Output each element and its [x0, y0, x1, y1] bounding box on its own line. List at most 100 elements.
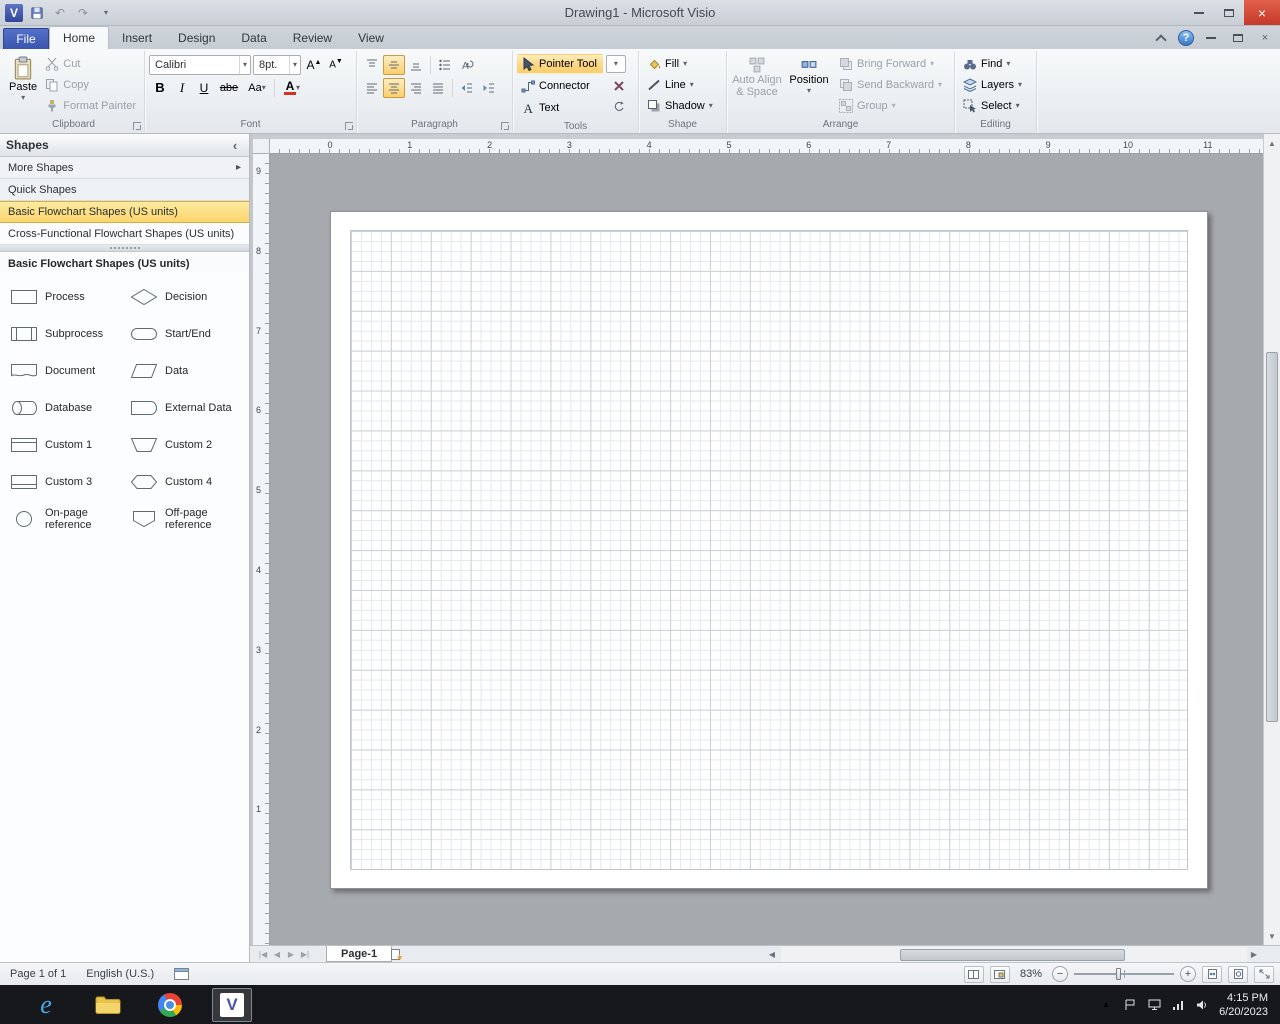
zoom-slider[interactable]: [1074, 966, 1174, 982]
stencil-splitter[interactable]: [0, 245, 249, 252]
tab-insert[interactable]: Insert: [109, 27, 165, 49]
fill-button[interactable]: Fill ▾: [643, 53, 722, 74]
align-center-button[interactable]: [383, 78, 405, 98]
text-block-tool-button[interactable]: [608, 98, 630, 118]
taskbar-app-chrome[interactable]: [150, 988, 190, 1022]
clock[interactable]: 4:15 PM 6/20/2023: [1219, 991, 1268, 1019]
align-middle-button[interactable]: [383, 55, 405, 75]
minimize-ribbon-button[interactable]: [1151, 30, 1171, 46]
tool-dropdown-button[interactable]: ▾: [606, 55, 626, 73]
vertical-scrollbar[interactable]: ▲ ▼: [1263, 134, 1280, 945]
bullets-button[interactable]: [434, 55, 456, 75]
shape-master-custom-2[interactable]: Custom 2: [126, 426, 246, 463]
shape-master-database[interactable]: Database: [6, 389, 126, 426]
shape-master-off-page[interactable]: Off-page reference: [126, 500, 246, 537]
grow-font-button[interactable]: A▲: [303, 55, 325, 75]
switch-windows-button[interactable]: [964, 966, 984, 983]
fit-page-button[interactable]: [1202, 966, 1222, 983]
font-dialog-launcher-icon[interactable]: [345, 122, 353, 130]
whole-page-button[interactable]: [1228, 966, 1248, 983]
align-top-button[interactable]: [361, 55, 383, 75]
clipboard-dialog-launcher-icon[interactable]: [133, 122, 141, 130]
position-button[interactable]: Position ▾: [785, 53, 833, 117]
font-family-select[interactable]: Calibri ▾: [149, 55, 251, 75]
font-size-select[interactable]: 8pt. ▾: [253, 55, 301, 75]
tab-data[interactable]: Data: [228, 27, 279, 49]
shape-master-decision[interactable]: Decision: [126, 278, 246, 315]
layers-button[interactable]: Layers ▾: [959, 74, 1032, 95]
copy-button[interactable]: Copy: [41, 74, 140, 95]
increase-indent-button[interactable]: [478, 78, 500, 98]
connection-point-tool-button[interactable]: [608, 76, 630, 96]
taskbar-app-file-explorer[interactable]: [88, 988, 128, 1022]
shrink-font-button[interactable]: A▼: [325, 55, 347, 75]
shape-master-document[interactable]: Document: [6, 352, 126, 389]
tab-file[interactable]: File: [3, 28, 49, 49]
shape-master-start-end[interactable]: Start/End: [126, 315, 246, 352]
insert-page-button[interactable]: [386, 947, 406, 961]
redo-button[interactable]: ↷: [74, 4, 92, 22]
save-button[interactable]: [28, 4, 46, 22]
text-tool-button[interactable]: A Text: [517, 98, 605, 118]
align-left-button[interactable]: [361, 78, 383, 98]
v-ruler[interactable]: 987654321: [253, 154, 270, 945]
horizontal-scroll-thumb[interactable]: [900, 949, 1125, 961]
scroll-up-button[interactable]: ▲: [1264, 135, 1280, 151]
macro-window-button[interactable]: [164, 963, 199, 985]
document-restore-button[interactable]: [1228, 30, 1248, 46]
collapse-panel-button[interactable]: ‹: [227, 138, 243, 153]
paste-button[interactable]: Paste ▾: [7, 53, 39, 117]
zoom-out-button[interactable]: −: [1052, 966, 1068, 982]
h-ruler[interactable]: 01234567891011: [270, 139, 1263, 154]
minimize-button[interactable]: [1184, 0, 1214, 25]
action-center-flag-icon[interactable]: [1123, 998, 1137, 1012]
document-close-button[interactable]: ×: [1255, 30, 1275, 46]
change-case-button[interactable]: Aa▾: [243, 78, 271, 98]
stencil-item[interactable]: Cross-Functional Flowchart Shapes (US un…: [0, 223, 249, 245]
drawing-viewport[interactable]: [270, 154, 1263, 945]
horizontal-scrollbar[interactable]: [781, 947, 1247, 962]
close-button[interactable]: ×: [1244, 0, 1280, 25]
shape-master-data[interactable]: Data: [126, 352, 246, 389]
quick-shapes-item[interactable]: Quick Shapes: [0, 179, 249, 201]
group-button[interactable]: Group ▾: [835, 95, 946, 116]
align-bottom-button[interactable]: [405, 55, 427, 75]
shape-master-subprocess[interactable]: Subprocess: [6, 315, 126, 352]
justify-button[interactable]: [427, 78, 449, 98]
connector-tool-button[interactable]: Connector: [517, 76, 605, 96]
decrease-indent-button[interactable]: [456, 78, 478, 98]
shape-master-on-page[interactable]: On-page reference: [6, 500, 126, 537]
next-page-button[interactable]: ▶: [284, 947, 298, 961]
find-button[interactable]: Find ▾: [959, 53, 1032, 74]
help-button[interactable]: ?: [1178, 30, 1194, 46]
zoom-level[interactable]: 83%: [1016, 968, 1046, 980]
customize-qat-button[interactable]: ▾: [97, 4, 115, 22]
taskbar-app-visio[interactable]: V: [212, 988, 252, 1022]
zoom-in-button[interactable]: +: [1180, 966, 1196, 982]
scroll-right-button[interactable]: ▶: [1247, 947, 1261, 961]
shadow-button[interactable]: Shadow ▾: [643, 95, 722, 116]
display-icon[interactable]: [1147, 998, 1161, 1012]
page-grid[interactable]: [350, 230, 1188, 870]
font-color-button[interactable]: A ▾: [278, 78, 306, 98]
visio-logo-icon[interactable]: V: [5, 4, 23, 22]
network-icon[interactable]: [1171, 998, 1185, 1012]
shape-master-custom-3[interactable]: Custom 3: [6, 463, 126, 500]
scroll-down-button[interactable]: ▼: [1264, 928, 1280, 944]
undo-button[interactable]: ↶: [51, 4, 69, 22]
page-indicator[interactable]: Page 1 of 1: [0, 963, 76, 985]
line-button[interactable]: Line ▾: [643, 74, 722, 95]
tab-review[interactable]: Review: [280, 27, 345, 49]
tab-design[interactable]: Design: [165, 27, 228, 49]
shape-master-process[interactable]: Process: [6, 278, 126, 315]
pointer-tool-button[interactable]: Pointer Tool: [517, 54, 603, 74]
shape-master-custom-1[interactable]: Custom 1: [6, 426, 126, 463]
shape-master-external-data[interactable]: External Data: [126, 389, 246, 426]
underline-button[interactable]: U: [193, 78, 215, 98]
tab-home[interactable]: Home: [49, 26, 109, 49]
text-direction-button[interactable]: A: [456, 55, 478, 75]
select-button[interactable]: Select ▾: [959, 95, 1032, 116]
paragraph-dialog-launcher-icon[interactable]: [501, 122, 509, 130]
volume-icon[interactable]: [1195, 998, 1209, 1012]
align-right-button[interactable]: [405, 78, 427, 98]
